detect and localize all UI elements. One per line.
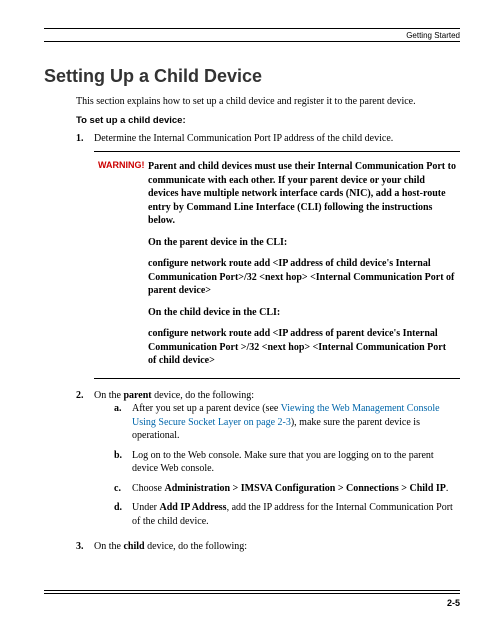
substep-text: Log on to the Web console. Make sure tha… bbox=[132, 449, 460, 476]
step-3: 3. On the child device, do the following… bbox=[76, 540, 460, 554]
procedure-heading: To set up a child device: bbox=[76, 115, 460, 126]
header-rule-bottom bbox=[44, 41, 460, 42]
warning-label: WARNING! bbox=[98, 160, 148, 368]
text: After you set up a parent device (see bbox=[132, 403, 281, 414]
substep-letter: c. bbox=[114, 482, 132, 496]
substep-d: d. Under Add IP Address, add the IP addr… bbox=[114, 501, 460, 528]
warning-p3: configure network route add <IP address … bbox=[148, 257, 456, 298]
bold-term: Administration > IMSVA Configuration > C… bbox=[165, 483, 446, 494]
step-number: 2. bbox=[76, 389, 94, 535]
substep-text: After you set up a parent device (see Vi… bbox=[132, 402, 460, 443]
substep-text: Under Add IP Address, add the IP address… bbox=[132, 501, 460, 528]
step-body: On the parent device, do the following: … bbox=[94, 389, 460, 535]
text: Under bbox=[132, 502, 160, 513]
warning-box: WARNING! Parent and child devices must u… bbox=[94, 151, 460, 379]
warning-p1: Parent and child devices must use their … bbox=[148, 160, 456, 228]
text: Choose bbox=[132, 483, 165, 494]
footer-rule-top bbox=[44, 590, 460, 591]
bold-term: child bbox=[123, 541, 144, 552]
warning-p4: On the child device in the CLI: bbox=[148, 306, 456, 320]
warning-body: Parent and child devices must use their … bbox=[148, 160, 456, 368]
page-number: 2-5 bbox=[44, 598, 460, 608]
text: device, do the following: bbox=[145, 541, 247, 552]
text: device, do the following: bbox=[152, 390, 254, 401]
step-body: Determine the Internal Communication Por… bbox=[94, 132, 460, 146]
substep-letter: d. bbox=[114, 501, 132, 528]
header-rule-top bbox=[44, 28, 460, 29]
text: On the bbox=[94, 390, 123, 401]
warning-p5: configure network route add <IP address … bbox=[148, 327, 456, 368]
warning-p2: On the parent device in the CLI: bbox=[148, 236, 456, 250]
document-page: Getting Started Setting Up a Child Devic… bbox=[0, 0, 500, 636]
substep-c: c. Choose Administration > IMSVA Configu… bbox=[114, 482, 460, 496]
step-number: 1. bbox=[76, 132, 94, 146]
page-title: Setting Up a Child Device bbox=[44, 66, 460, 87]
substep-letter: a. bbox=[114, 402, 132, 443]
substep-b: b. Log on to the Web console. Make sure … bbox=[114, 449, 460, 476]
step-1: 1. Determine the Internal Communication … bbox=[76, 132, 460, 146]
step-2: 2. On the parent device, do the followin… bbox=[76, 389, 460, 535]
header-section-label: Getting Started bbox=[44, 31, 460, 40]
step-number: 3. bbox=[76, 540, 94, 554]
text: . bbox=[446, 483, 449, 494]
bold-term: Add IP Address bbox=[160, 502, 227, 513]
footer: 2-5 bbox=[44, 590, 460, 608]
intro-text: This section explains how to set up a ch… bbox=[76, 95, 460, 109]
step-body: On the child device, do the following: bbox=[94, 540, 460, 554]
bold-term: parent bbox=[123, 390, 151, 401]
substep-a: a. After you set up a parent device (see… bbox=[114, 402, 460, 443]
footer-rule-bottom bbox=[44, 593, 460, 594]
text: On the bbox=[94, 541, 123, 552]
substep-letter: b. bbox=[114, 449, 132, 476]
substep-text: Choose Administration > IMSVA Configurat… bbox=[132, 482, 460, 496]
